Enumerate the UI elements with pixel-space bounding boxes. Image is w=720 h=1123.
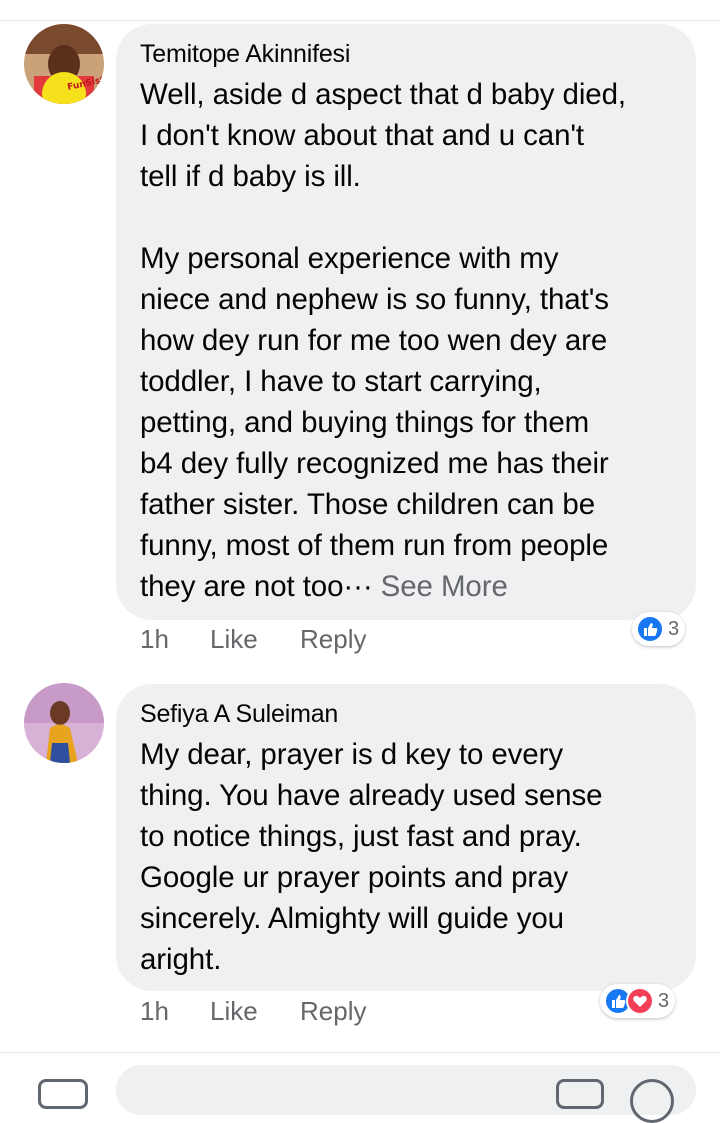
comment-text: My dear, prayer is d key to every thing.… [140,738,603,976]
like-button[interactable]: Like [210,624,258,655]
comment-text-body: Well, aside d aspect that d baby died, I… [140,78,626,603]
comment-text: Well, aside d aspect that d baby died, I… [140,74,672,607]
love-icon [626,987,654,1015]
reply-button[interactable]: Reply [300,996,366,1027]
comment-author[interactable]: Temitope Akinnifesi [140,38,672,70]
reaction-count: 3 [658,989,670,1012]
reaction-count: 3 [668,617,680,640]
sticker-icon[interactable] [556,1079,604,1109]
comment-bubble: Sefiya A Suleiman My dear, prayer is d k… [116,684,696,991]
reaction-summary[interactable]: 3 [632,612,686,646]
comment-time[interactable]: 1h [140,996,169,1027]
see-more-link[interactable]: See More [381,570,508,603]
avatar[interactable] [24,683,104,763]
comment-time[interactable]: 1h [140,624,169,655]
like-button[interactable]: Like [210,996,258,1027]
camera-icon[interactable] [38,1079,88,1109]
top-divider [0,20,720,21]
comment-bubble: Temitope Akinnifesi Well, aside d aspect… [116,24,696,620]
comment-author[interactable]: Sefiya A Suleiman [140,698,672,730]
comment-input[interactable] [116,1065,696,1115]
reply-button[interactable]: Reply [300,624,366,655]
reaction-summary[interactable]: 3 [600,984,676,1018]
comment-composer-bar [0,1053,720,1123]
avatar[interactable]: FunSister [24,24,104,104]
like-icon [636,615,664,643]
emoji-icon[interactable] [630,1079,674,1123]
